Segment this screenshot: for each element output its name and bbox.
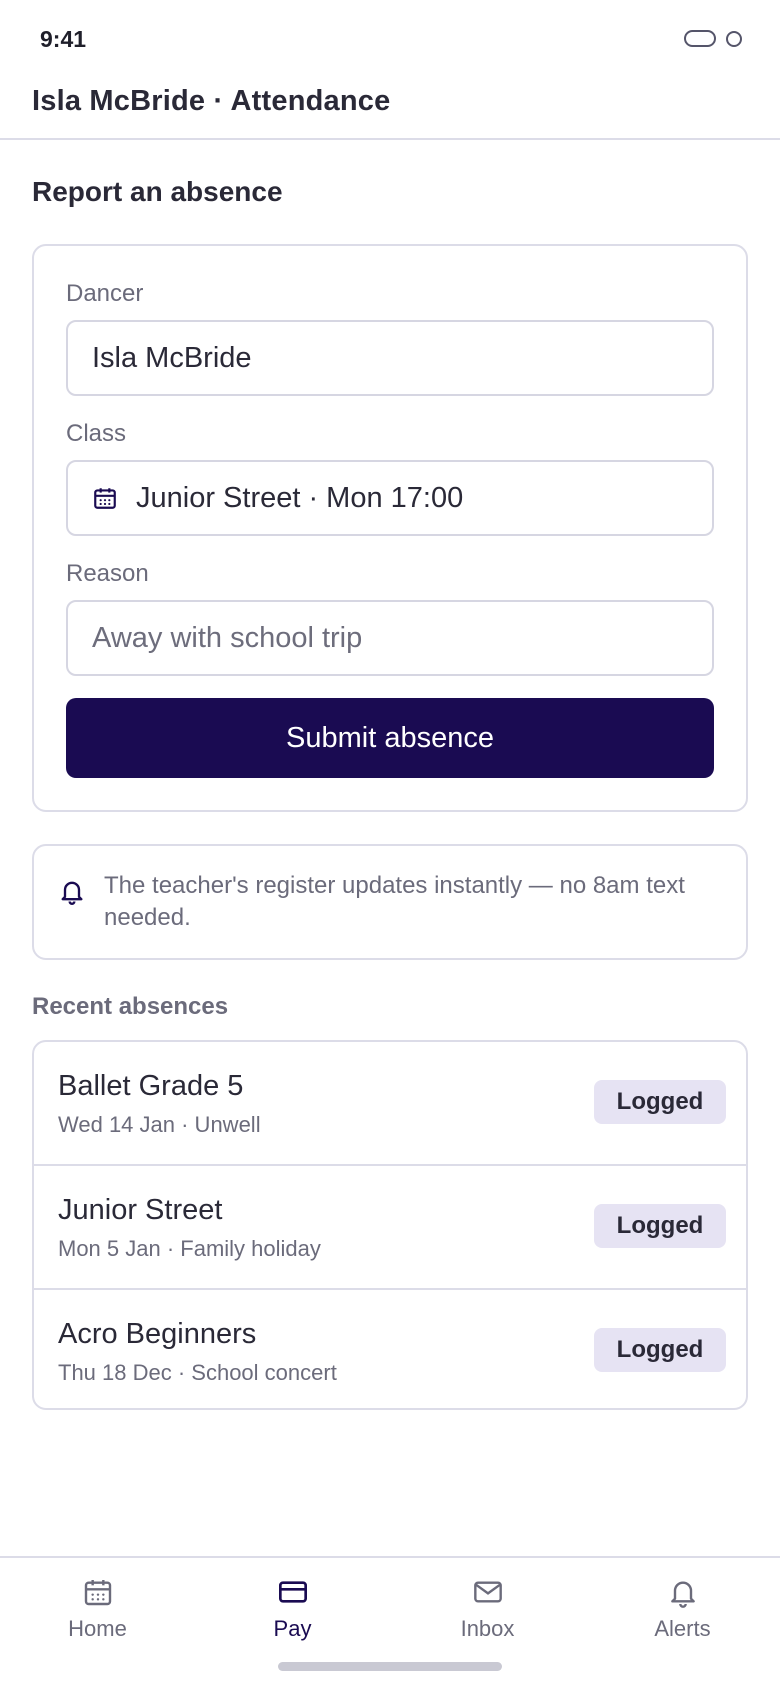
page-title: Isla McBride · Attendance (32, 85, 391, 117)
tab-inbox[interactable]: Inbox (390, 1576, 585, 1656)
section-title: Report an absence (32, 176, 283, 207)
bell-icon (670, 1581, 695, 1608)
reason-placeholder: Away with school trip (92, 621, 363, 654)
item-title: Acro Beginners (58, 1318, 257, 1350)
card-icon (278, 1581, 307, 1603)
status-icons (684, 30, 742, 47)
submit-absence-button[interactable]: Submit absence (66, 698, 714, 778)
home-indicator (278, 1662, 502, 1671)
dancer-label: Dancer (66, 280, 144, 307)
list-item[interactable]: Ballet Grade 5 Wed 14 Jan · Unwell Logge… (34, 1042, 746, 1164)
class-label: Class (66, 420, 127, 447)
class-value: Junior Street · Mon 17:00 (136, 481, 464, 514)
item-title: Junior Street (58, 1194, 223, 1226)
status-badge: Logged (594, 1328, 726, 1372)
tab-label: Home (68, 1616, 127, 1641)
mail-icon (473, 1581, 502, 1603)
list-item[interactable]: Junior Street Mon 5 Jan · Family holiday… (34, 1164, 746, 1286)
status-badge: Logged (594, 1080, 726, 1124)
tab-label: Pay (273, 1616, 312, 1641)
reason-input[interactable]: Away with school trip (66, 600, 714, 676)
reason-label: Reason (66, 560, 149, 587)
status-bar: 9:41 (0, 0, 780, 80)
app-header: Isla McBride · Attendance (0, 80, 780, 140)
tab-home[interactable]: Home (0, 1576, 195, 1656)
list-item[interactable]: Acro Beginners Thu 18 Dec · School conce… (34, 1288, 746, 1408)
status-badge: Logged (594, 1204, 726, 1248)
calendar-icon (84, 1580, 111, 1606)
item-subtitle: Thu 18 Dec · School concert (58, 1360, 337, 1385)
battery-icon (684, 30, 716, 47)
dancer-field[interactable]: Isla McBride (66, 320, 714, 396)
recent-absences-label: Recent absences (32, 993, 229, 1020)
absence-form-card: Dancer Isla McBride Class Junior Street … (32, 244, 748, 812)
tab-label: Inbox (460, 1616, 515, 1641)
item-title: Ballet Grade 5 (58, 1070, 244, 1102)
class-select[interactable]: Junior Street · Mon 17:00 (66, 460, 714, 536)
calendar-icon (94, 488, 116, 509)
tab-alerts[interactable]: Alerts (585, 1576, 780, 1656)
item-subtitle: Mon 5 Jan · Family holiday (58, 1236, 321, 1261)
info-text: The teacher's register updates instantly… (104, 872, 685, 931)
status-time: 9:41 (40, 26, 87, 52)
tab-label: Alerts (654, 1616, 711, 1641)
dancer-value: Isla McBride (92, 341, 252, 374)
info-note: The teacher's register updates instantly… (32, 844, 748, 960)
tab-pay[interactable]: Pay (195, 1576, 390, 1656)
recent-absences-list: Ballet Grade 5 Wed 14 Jan · Unwell Logge… (32, 1040, 748, 1410)
bell-icon (61, 881, 83, 905)
item-subtitle: Wed 14 Jan · Unwell (58, 1112, 261, 1137)
signal-dot-icon (726, 30, 742, 47)
